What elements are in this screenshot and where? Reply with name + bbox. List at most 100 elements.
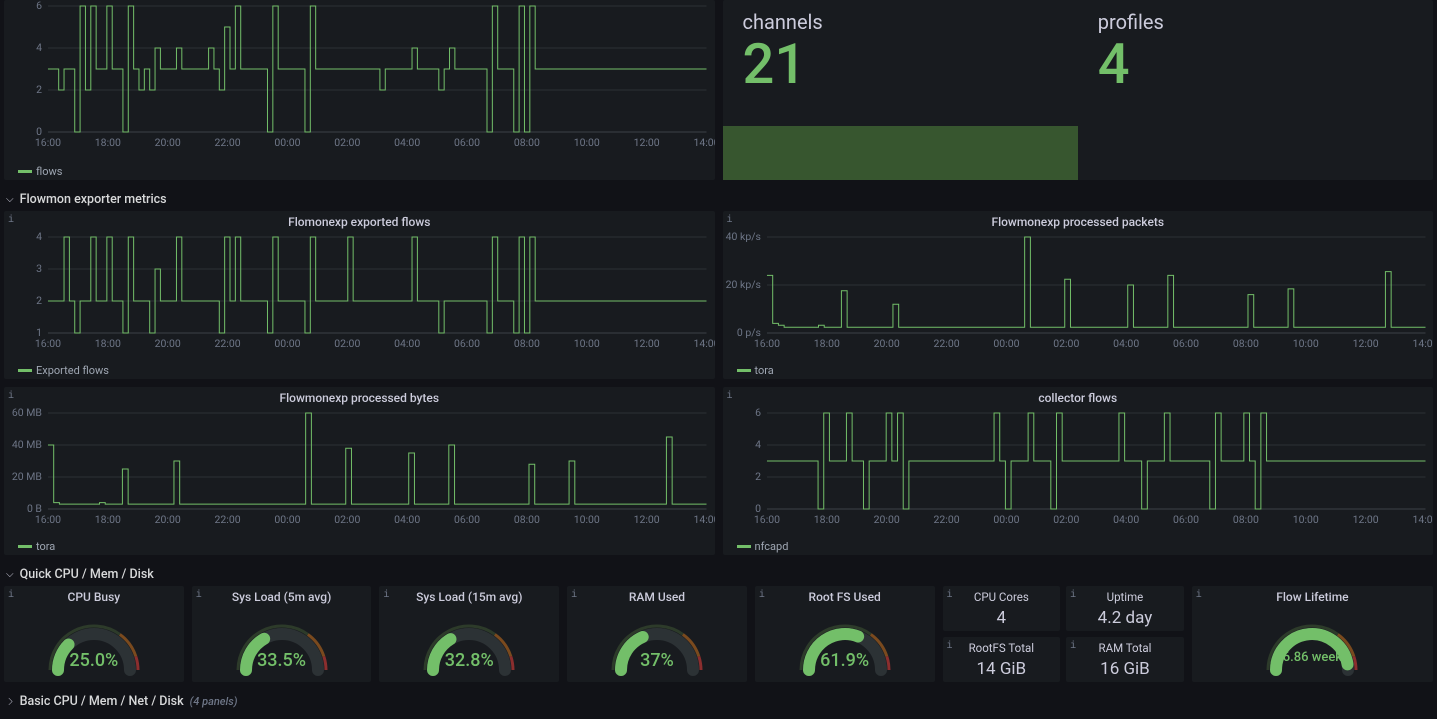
panel-title: RAM Used	[567, 586, 747, 606]
svg-text:3: 3	[36, 262, 42, 275]
svg-text:22:00: 22:00	[215, 513, 241, 526]
panel-menu-icon[interactable]: i	[727, 215, 733, 226]
legend-label: Exported flows	[36, 364, 109, 377]
gauge-load15: 32.8%	[379, 606, 559, 682]
stat-bar-fill	[723, 126, 1078, 180]
panel-menu-icon[interactable]: i	[727, 391, 733, 402]
panel-menu-icon[interactable]: i	[571, 590, 577, 601]
svg-text:06:00: 06:00	[454, 513, 480, 526]
stat-value: 4	[997, 608, 1007, 628]
gauge-load5: 33.5%	[192, 606, 372, 682]
panel-flow-lifetime[interactable]: i Flow Lifetime 6.86 week	[1192, 586, 1433, 682]
legend-swatch	[18, 545, 32, 548]
svg-text:02:00: 02:00	[334, 513, 360, 526]
panel-title: Sys Load (15m avg)	[379, 586, 559, 606]
svg-text:4: 4	[36, 231, 42, 243]
panel-title: Root FS Used	[755, 586, 935, 606]
panel-menu-icon[interactable]: i	[8, 391, 14, 402]
svg-text:12:00: 12:00	[634, 136, 660, 149]
panel-menu-icon[interactable]: i	[1070, 641, 1076, 652]
legend-exported[interactable]: Exported flows	[4, 362, 715, 379]
svg-text:22:00: 22:00	[933, 513, 959, 526]
svg-text:14:00: 14:00	[693, 513, 714, 526]
panel-rootfs-used[interactable]: i Root FS Used 61.9%	[755, 586, 935, 682]
panel-menu-icon[interactable]: i	[383, 590, 389, 601]
legend-flows[interactable]: flows	[4, 163, 715, 180]
panel-title: collector flows	[723, 387, 1434, 407]
legend-packets[interactable]: tora	[723, 362, 1434, 379]
panel-cpu-busy[interactable]: i CPU Busy 25.0%	[4, 586, 184, 682]
panel-title: Flowmonexp processed bytes	[4, 387, 715, 407]
svg-text:22:00: 22:00	[933, 337, 959, 350]
stat-bar-wrap	[723, 126, 1434, 180]
svg-text:20:00: 20:00	[873, 513, 899, 526]
gauge-value: 25.0%	[69, 650, 118, 671]
svg-text:04:00: 04:00	[1113, 513, 1139, 526]
svg-text:2: 2	[36, 294, 42, 307]
stat-channels: channels 21	[723, 0, 1078, 126]
svg-text:14:00: 14:00	[693, 136, 714, 149]
legend-collector[interactable]: nfcapd	[723, 538, 1434, 555]
gauge-value: 6.86 week	[1283, 650, 1342, 665]
panel-collector-flows[interactable]: i collector flows 024616:0018:0020:0022:…	[723, 387, 1434, 555]
panel-menu-icon[interactable]: i	[196, 590, 202, 601]
panel-load15[interactable]: i Sys Load (15m avg) 32.8%	[379, 586, 559, 682]
panel-menu-icon[interactable]: i	[1196, 590, 1202, 601]
panel-uptime[interactable]: i Uptime 4.2 day	[1066, 586, 1184, 631]
gauge-value: 33.5%	[257, 650, 306, 671]
panel-ram-total[interactable]: i RAM Total 16 GiB	[1066, 637, 1184, 682]
panel-load5[interactable]: i Sys Load (5m avg) 33.5%	[192, 586, 372, 682]
legend-swatch	[737, 369, 751, 372]
section-label: Flowmon exporter metrics	[20, 192, 167, 207]
panel-flows[interactable]: 024616:0018:0020:0022:0000:0002:0004:000…	[4, 0, 715, 180]
panel-menu-icon[interactable]: i	[1070, 590, 1076, 601]
panel-big-stats[interactable]: channels 21 profiles 4	[723, 0, 1434, 180]
svg-text:02:00: 02:00	[334, 337, 360, 350]
panel-menu-icon[interactable]: i	[8, 590, 14, 601]
svg-text:4: 4	[36, 41, 42, 54]
panel-rootfs-total[interactable]: i RootFS Total 14 GiB	[943, 637, 1061, 682]
svg-text:08:00: 08:00	[1232, 513, 1258, 526]
svg-text:14:00: 14:00	[693, 337, 714, 350]
panel-cpu-cores[interactable]: i CPU Cores 4	[943, 586, 1061, 631]
panel-processed-bytes[interactable]: i Flowmonexp processed bytes 0 B20 MB40 …	[4, 387, 715, 555]
chart-flows: 024616:0018:0020:0022:0000:0002:0004:000…	[4, 0, 715, 150]
panel-ram-used[interactable]: i RAM Used 37%	[567, 586, 747, 682]
legend-bytes[interactable]: tora	[4, 538, 715, 555]
stat-title: Uptime	[1107, 590, 1144, 604]
section-exporter[interactable]: ⌵ Flowmon exporter metrics	[4, 188, 1433, 211]
section-quick[interactable]: ⌵ Quick CPU / Mem / Disk	[4, 563, 1433, 586]
svg-text:6: 6	[36, 0, 42, 12]
section-basic[interactable]: ⌵ Basic CPU / Mem / Net / Disk (4 panels…	[4, 690, 1433, 713]
svg-text:18:00: 18:00	[813, 337, 839, 350]
panel-menu-icon[interactable]: i	[947, 641, 953, 652]
svg-text:06:00: 06:00	[454, 337, 480, 350]
chart-exported-flows: 123416:0018:0020:0022:0000:0002:0004:000…	[4, 231, 715, 351]
gauge-rootfs: 61.9%	[755, 606, 935, 682]
panel-title: Flowmonexp processed packets	[723, 211, 1434, 231]
chevron-down-icon: ⌵	[6, 194, 14, 205]
svg-text:60 MB: 60 MB	[12, 407, 42, 419]
gauge-ram-used: 37%	[567, 606, 747, 682]
legend-label: flows	[36, 165, 62, 178]
panel-title: Flow Lifetime	[1192, 586, 1433, 606]
stat-channels-value: 21	[743, 36, 1058, 92]
panel-menu-icon[interactable]: i	[8, 215, 14, 226]
chart-processed-bytes: 0 B20 MB40 MB60 MB16:0018:0020:0022:0000…	[4, 407, 715, 527]
chevron-right-icon: ⌵	[4, 698, 15, 706]
svg-text:18:00: 18:00	[95, 337, 121, 350]
svg-text:20:00: 20:00	[155, 513, 181, 526]
panel-processed-packets[interactable]: i Flowmonexp processed packets 0 p/s20 k…	[723, 211, 1434, 379]
svg-text:20:00: 20:00	[155, 136, 181, 149]
panel-exported-flows[interactable]: i Flomonexp exported flows 123416:0018:0…	[4, 211, 715, 379]
stat-title: RAM Total	[1098, 641, 1151, 655]
panel-menu-icon[interactable]: i	[759, 590, 765, 601]
svg-text:02:00: 02:00	[334, 136, 360, 149]
legend-swatch	[18, 170, 32, 173]
stat-profiles-label: profiles	[1098, 10, 1413, 34]
stat-value: 4.2 day	[1098, 608, 1153, 628]
panel-menu-icon[interactable]: i	[947, 590, 953, 601]
gauge-value: 32.8%	[445, 650, 494, 671]
row-top: 024616:0018:0020:0022:0000:0002:0004:000…	[4, 0, 1433, 180]
chevron-down-icon: ⌵	[6, 569, 14, 580]
